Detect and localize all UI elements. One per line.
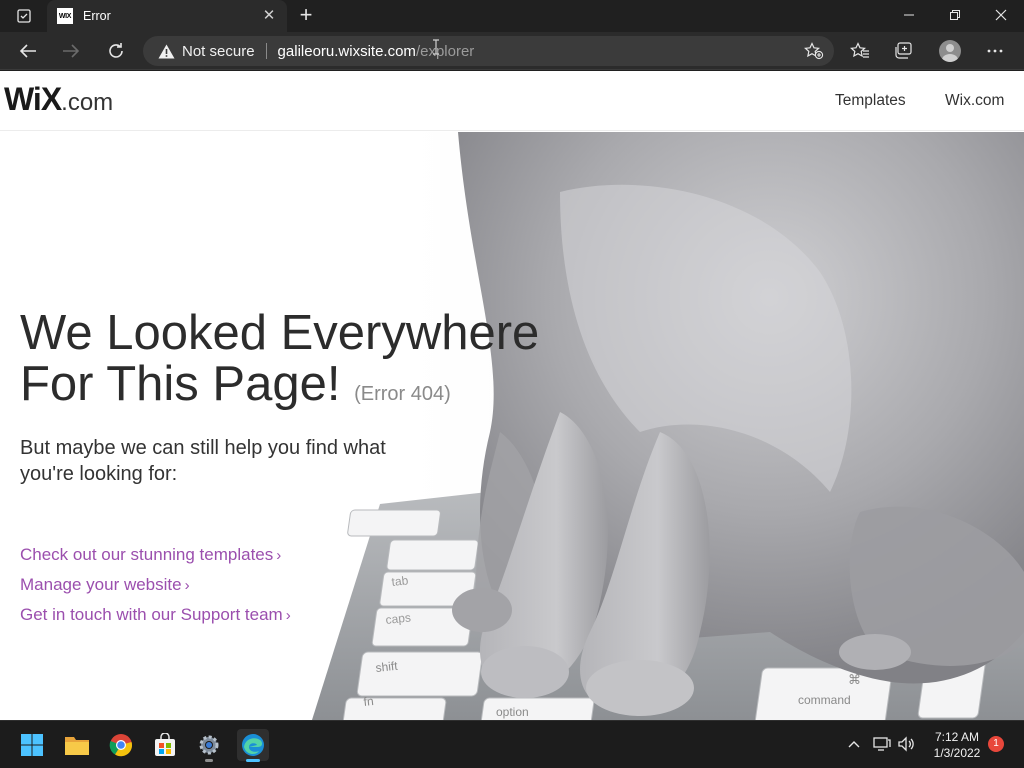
address-bar[interactable]: Not secure galileoru.wixsite.com/explore… [143, 36, 834, 66]
headline-line-2: For This Page! [20, 357, 341, 411]
key-label-fn: fn [363, 694, 374, 709]
web-page: WiX.com Templates Wix.com tab caps shift… [0, 71, 1024, 720]
close-window-button[interactable] [978, 0, 1024, 30]
restore-button[interactable] [932, 0, 978, 30]
wix-logo[interactable]: WiX.com [4, 81, 113, 118]
browser-tab-active[interactable]: WIX Error ✕ [47, 0, 287, 32]
cat-paw-left [481, 646, 569, 698]
error-headline: We Looked Everywhere For This Page! (Err… [20, 308, 539, 420]
network-icon[interactable] [873, 735, 891, 753]
profile-avatar[interactable] [939, 40, 961, 62]
wix-logo-text: WiX [4, 81, 62, 117]
help-subtext: But maybe we can still help you find wha… [20, 437, 386, 485]
key-label-tab: tab [391, 573, 409, 589]
tab-title: Error [83, 9, 111, 23]
tab-actions-icon[interactable] [8, 4, 40, 28]
new-tab-button[interactable]: + [294, 4, 318, 28]
file-explorer-button[interactable] [61, 729, 93, 761]
url-host[interactable]: galileoru.wixsite.com [278, 43, 416, 60]
support-team-link-label: Get in touch with our Support team [20, 605, 283, 624]
start-button[interactable] [16, 729, 48, 761]
cat-back-paw [452, 588, 512, 632]
url-path[interactable]: /explorer [416, 43, 474, 60]
windows-logo-icon [21, 734, 43, 756]
active-indicator [246, 759, 260, 762]
edge-icon [242, 734, 264, 756]
clock-time: 7:12 AM [934, 730, 980, 744]
text-cursor-icon [433, 39, 439, 55]
key-label-shift: shift [375, 659, 399, 675]
error-code: (Error 404) [354, 383, 451, 405]
back-button[interactable] [14, 37, 42, 65]
key-label-caps: caps [385, 610, 412, 627]
volume-icon[interactable] [897, 735, 915, 753]
security-label[interactable]: Not secure [182, 43, 255, 60]
browser-title-bar: WIX Error ✕ + [0, 0, 1024, 32]
cat-back-paw-right [839, 634, 911, 670]
forward-button[interactable] [57, 37, 85, 65]
key-label-option: option [496, 705, 529, 719]
add-favorite-icon[interactable] [804, 42, 824, 60]
chrome-icon [109, 734, 133, 757]
manage-website-link-label: Manage your website [20, 575, 182, 594]
nav-wix-com-link[interactable]: Wix.com [945, 92, 1004, 110]
browser-toolbar: Not secure galileoru.wixsite.com/explore… [0, 32, 1024, 70]
windows-taskbar: 7:12 AM 1/3/2022 [0, 720, 1024, 768]
address-divider [265, 43, 267, 59]
more-menu-icon[interactable] [984, 40, 1006, 62]
favorites-icon[interactable] [849, 40, 871, 62]
wix-logo-dotcom: .com [61, 89, 114, 116]
tab-close-icon[interactable]: ✕ [259, 8, 279, 24]
wix-favicon-icon: WIX [57, 8, 73, 24]
running-indicator [205, 759, 213, 762]
settings-button[interactable] [193, 729, 225, 762]
show-hidden-icons-chevron-up-icon[interactable] [845, 735, 863, 753]
templates-help-link-label: Check out our stunning templates [20, 545, 274, 564]
cat-on-keyboard-image: tab caps shift fn option ⌘ command [312, 132, 1024, 720]
headline-line-1: We Looked Everywhere [20, 306, 540, 360]
folder-icon [65, 737, 89, 755]
nav-templates-link[interactable]: Templates [835, 92, 906, 110]
taskbar-clock[interactable]: 7:12 AM 1/3/2022 [924, 729, 990, 761]
notification-badge[interactable]: 1 [988, 736, 1004, 752]
refresh-button[interactable] [102, 37, 130, 65]
chevron-right-icon: › [285, 607, 291, 624]
cat-paw-right [586, 660, 694, 716]
templates-help-link[interactable]: Check out our stunning templates › [20, 545, 281, 565]
support-team-link[interactable]: Get in touch with our Support team › [20, 605, 291, 625]
chevron-right-icon: › [184, 577, 190, 594]
chevron-right-icon: › [276, 547, 282, 564]
site-header: WiX.com Templates Wix.com [0, 71, 1024, 131]
gear-icon [199, 735, 219, 755]
hero-section: tab caps shift fn option ⌘ command We Lo… [0, 132, 1024, 720]
clock-date: 1/3/2022 [933, 746, 981, 760]
warning-icon[interactable] [157, 43, 175, 59]
store-icon [155, 733, 175, 756]
microsoft-store-button[interactable] [149, 729, 181, 761]
manage-website-link[interactable]: Manage your website › [20, 575, 190, 595]
chrome-button[interactable] [105, 729, 137, 761]
key-label-command: command [798, 693, 851, 707]
minimize-button[interactable] [886, 0, 932, 30]
edge-button[interactable] [237, 729, 269, 762]
collections-icon[interactable] [893, 40, 915, 62]
